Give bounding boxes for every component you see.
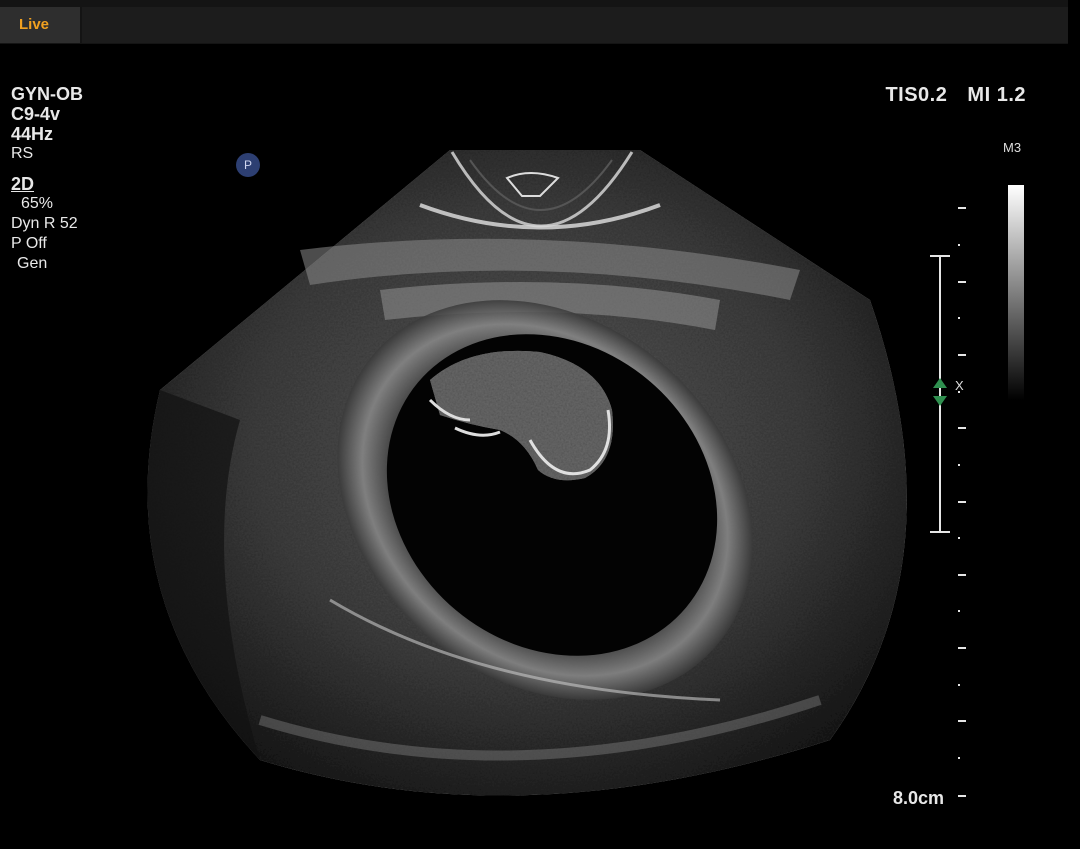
gray-map-label: M3 [1003,140,1022,155]
depth-scale [930,207,966,797]
focus-marker-label: X [955,378,964,393]
ultrasound-image: X [147,150,966,797]
depth-label: 8.0cm [893,788,945,808]
grayscale-bar [1008,185,1024,400]
